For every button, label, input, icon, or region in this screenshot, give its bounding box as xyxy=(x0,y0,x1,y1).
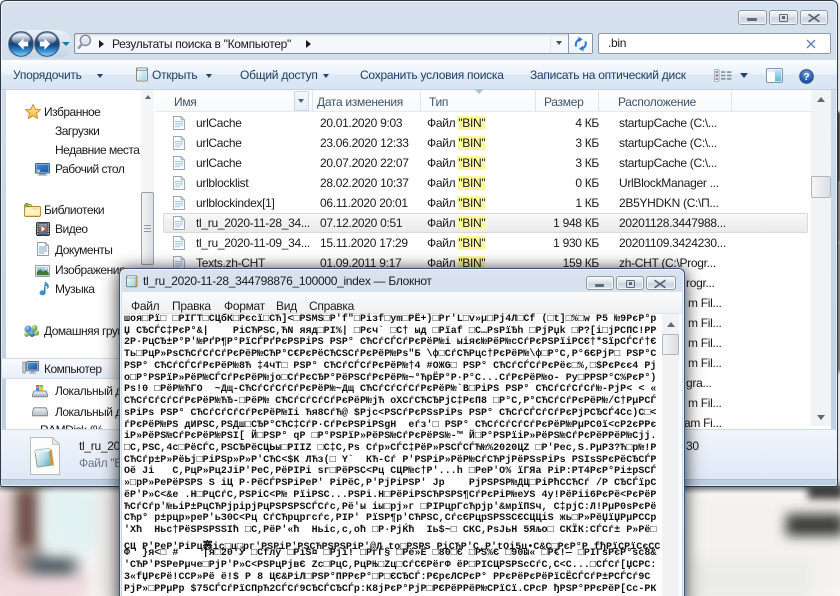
svg-text:?: ? xyxy=(803,71,809,83)
